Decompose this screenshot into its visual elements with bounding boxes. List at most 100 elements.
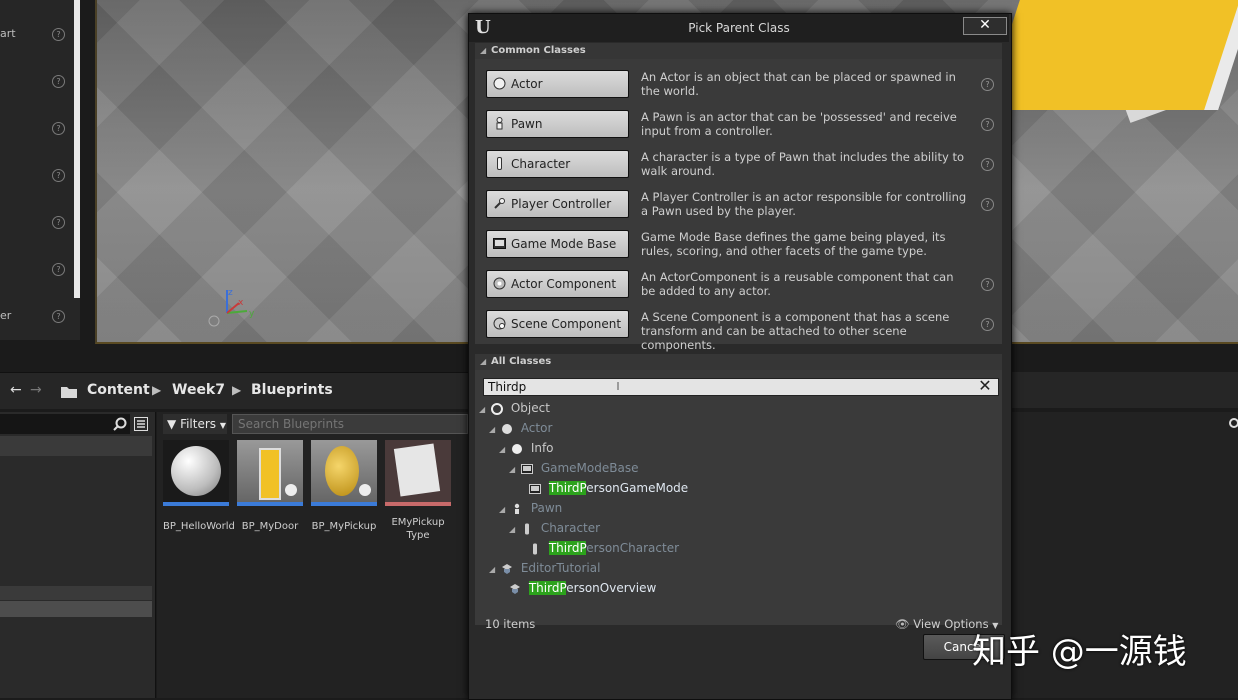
search-match-highlight: ThirdP [548, 481, 587, 495]
help-icon[interactable]: ? [52, 263, 65, 276]
actor-icon [511, 443, 522, 454]
help-icon[interactable]: ? [52, 310, 65, 323]
search-icon[interactable] [113, 417, 127, 431]
actor-component-icon [493, 277, 506, 290]
game-mode-base-class-button[interactable]: Game Mode Base [486, 230, 629, 258]
common-classes-title: Common Classes [491, 45, 586, 56]
expand-arrow-icon[interactable]: ◢ [509, 465, 515, 474]
search-icon[interactable] [1228, 418, 1238, 432]
tree-node-label: ersonGameMode [586, 481, 689, 495]
forward-arrow-icon[interactable]: → [30, 382, 42, 398]
filters-button[interactable]: ▼ Filters ▼ [163, 414, 227, 434]
help-icon[interactable]: ? [52, 169, 65, 182]
asset-name: EMyPickup Type [391, 517, 445, 541]
asset-thumbnail [237, 440, 303, 502]
clear-search-icon[interactable]: ✕ [975, 376, 995, 396]
help-icon[interactable]: ? [52, 28, 65, 41]
asset-tile[interactable]: BP_MyPickup [311, 440, 377, 533]
tree-node-gamemodebase[interactable]: ◢ GameModeBase [509, 459, 638, 477]
tree-node-actor[interactable]: ◢ Actor [489, 419, 552, 437]
items-count: 10 items [485, 617, 536, 631]
search-match-highlight: ThirdP [528, 581, 567, 595]
eye-icon: 👁 [895, 617, 910, 631]
list-view-icon[interactable] [134, 417, 148, 431]
search-blueprints-input[interactable] [232, 414, 468, 434]
breadcrumb-content[interactable]: Content [87, 382, 150, 398]
pawn-class-button[interactable]: Pawn [486, 110, 629, 138]
svg-text:z: z [228, 288, 233, 298]
source-folder-row[interactable] [0, 586, 152, 600]
tree-node-label: Info [530, 441, 554, 455]
tree-node-thirdpersonoverview[interactable]: ThirdPersonOverview [509, 579, 656, 597]
details-row-label: art [0, 27, 16, 40]
tree-node-label: Object [510, 401, 550, 415]
class-search-input[interactable]: Thirdp [483, 378, 999, 396]
help-icon[interactable]: ? [52, 216, 65, 229]
tree-node-editortutorial[interactable]: ◢ EditorTutorial [489, 559, 600, 577]
sources-search[interactable] [0, 414, 130, 434]
tree-node-label: Pawn [530, 501, 563, 515]
game-mode-icon [520, 463, 533, 474]
tree-node-thirdpersoncharacter[interactable]: ThirdPersonCharacter [529, 539, 679, 557]
back-arrow-icon[interactable]: ← [10, 382, 22, 398]
common-classes-header[interactable]: ◢ Common Classes [475, 43, 1002, 59]
actor-component-class-button[interactable]: Actor Component [486, 270, 629, 298]
tree-node-label: Character [540, 521, 601, 535]
scene-component-class-button[interactable]: Scene Component [486, 310, 629, 338]
class-button-label: Actor [511, 77, 543, 91]
asset-type-bar [163, 502, 229, 506]
help-icon[interactable]: ? [981, 278, 994, 291]
expand-arrow-icon[interactable]: ◢ [499, 445, 505, 454]
close-button[interactable]: ✕ [963, 17, 1007, 35]
tree-node-info[interactable]: ◢ Info [499, 439, 554, 457]
folder-icon [61, 387, 77, 398]
help-icon[interactable]: ? [52, 75, 65, 88]
class-description: A Scene Component is a component that ha… [641, 310, 950, 352]
tree-node-thirdpersongamemode[interactable]: ThirdPersonGameMode [529, 479, 688, 497]
asset-type-bar [385, 502, 451, 506]
actor-class-button[interactable]: Actor [486, 70, 629, 98]
details-scrollbar[interactable] [74, 0, 80, 298]
help-icon[interactable]: ? [981, 118, 994, 131]
asset-tile[interactable]: BP_HelloWorld [163, 440, 235, 533]
help-icon[interactable]: ? [52, 122, 65, 135]
asset-name: BP_MyDoor [241, 521, 299, 532]
details-row-label: er [0, 309, 12, 322]
source-folder-row[interactable] [0, 436, 152, 456]
asset-thumbnail [163, 440, 229, 502]
tree-node-character[interactable]: ◢ Character [509, 519, 600, 537]
expand-arrow-icon[interactable]: ◢ [509, 525, 515, 534]
content-browser-navbar-right [1010, 372, 1238, 408]
expand-arrow-icon[interactable]: ◢ [489, 565, 495, 574]
breadcrumb-blueprints[interactable]: Blueprints [251, 382, 333, 398]
character-icon [524, 523, 529, 534]
expand-arrow-icon[interactable]: ◢ [489, 425, 495, 434]
tree-node-object[interactable]: ◢ Object [479, 399, 550, 417]
all-classes-header[interactable]: ◢ All Classes [475, 354, 1002, 370]
expand-arrow-icon[interactable]: ◢ [479, 405, 485, 414]
character-icon [533, 543, 537, 554]
tree-node-label: GameModeBase [540, 461, 639, 475]
character-class-button[interactable]: Character [486, 150, 629, 178]
source-folder-row-selected[interactable] [0, 601, 152, 617]
class-button-label: Character [511, 157, 571, 171]
help-icon[interactable]: ? [981, 78, 994, 91]
help-icon[interactable]: ? [981, 318, 994, 331]
collapse-icon: ◢ [480, 357, 487, 366]
breadcrumb-week7[interactable]: Week7 [172, 382, 225, 398]
class-description: Game Mode Base defines the game being pl… [641, 230, 946, 258]
tree-node-pawn[interactable]: ◢ Pawn [499, 499, 562, 517]
expand-arrow-icon[interactable]: ◢ [499, 505, 505, 514]
help-icon[interactable]: ? [981, 198, 994, 211]
asset-tile[interactable]: BP_MyDoor [237, 440, 303, 533]
asset-tile[interactable]: EMyPickup Type [385, 440, 451, 542]
breadcrumb-separator-icon[interactable]: ▶ [232, 383, 241, 397]
filter-funnel-icon: ▼ [167, 417, 177, 431]
scene-component-icon [493, 317, 506, 330]
breadcrumb-separator-icon[interactable]: ▶ [152, 383, 161, 397]
pawn-icon [496, 117, 503, 130]
filters-label: Filters [180, 417, 217, 431]
player-controller-class-button[interactable]: Player Controller [486, 190, 629, 218]
pick-parent-class-dialog: U Pick Parent Class ✕ ◢ Common Classes A… [468, 13, 1012, 700]
help-icon[interactable]: ? [981, 158, 994, 171]
